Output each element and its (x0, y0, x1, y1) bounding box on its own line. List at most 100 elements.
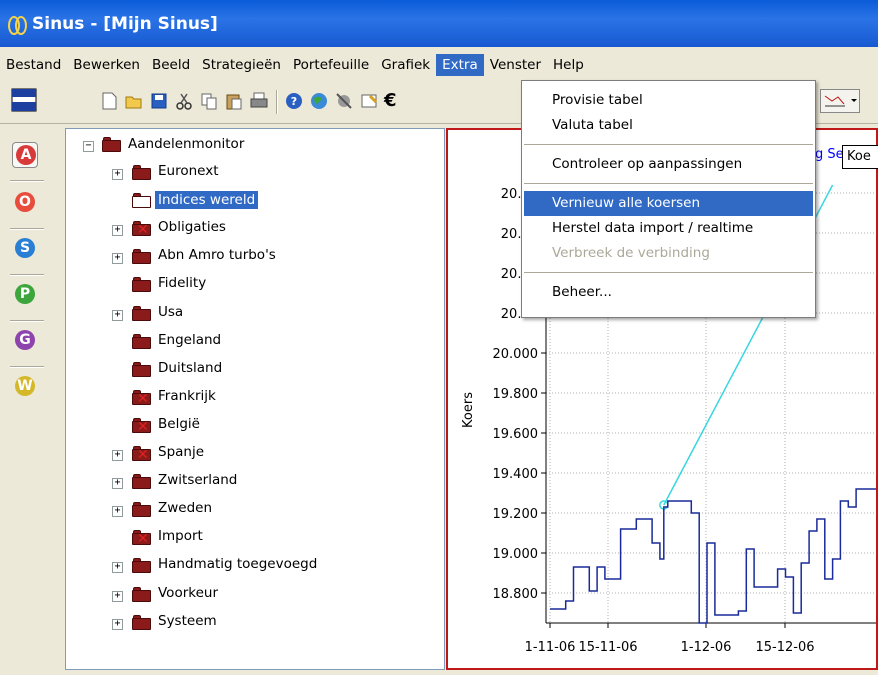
module-a-icon-glyph: A (16, 145, 36, 165)
tree-item[interactable]: Indices wereld (155, 191, 259, 210)
menu-bewerken[interactable]: Bewerken (67, 54, 146, 76)
module-w-icon[interactable]: W (12, 374, 38, 400)
tree-item[interactable]: Abn Amro turbo's (158, 247, 276, 263)
help-icon[interactable]: ? (285, 92, 303, 110)
module-o-icon[interactable]: O (12, 190, 38, 216)
expand-icon[interactable]: + (112, 590, 123, 602)
x-tick-label: 1-11-06 (525, 640, 576, 655)
tree-item[interactable]: Systeem (158, 613, 217, 629)
module-p-icon[interactable]: P (12, 282, 38, 308)
sidebar-separator (10, 366, 44, 368)
price-series-line (550, 488, 876, 624)
window-title: Sinus - [Mijn Sinus] (32, 13, 218, 34)
folder-icon (132, 249, 151, 265)
y-tick-label: 19.400 (493, 467, 539, 482)
folder-icon (132, 165, 151, 180)
tree-item[interactable]: België (158, 416, 200, 432)
menu-item-herstel-data-import-realtime[interactable]: Herstel data import / realtime (524, 216, 813, 241)
tree-item[interactable]: Zweden (158, 500, 212, 516)
chart-series-label: g Se (815, 147, 844, 162)
tree-item[interactable]: Euronext (158, 163, 219, 179)
tree-item[interactable]: Fidelity (158, 275, 206, 291)
menu-help[interactable]: Help (547, 54, 590, 76)
tree-item[interactable]: Frankrijk (158, 388, 216, 404)
menu-bar: Bestand Bewerken Beeld Strategieën Portefeui… (0, 52, 878, 78)
tree-root-label[interactable]: Aandelenmonitor (128, 136, 244, 152)
print-icon[interactable] (250, 92, 268, 110)
satellite-icon[interactable] (335, 92, 353, 110)
menu-item-provisie-tabel[interactable]: Provisie tabel (524, 88, 813, 113)
copy-icon[interactable] (200, 92, 218, 110)
expand-icon[interactable]: + (112, 225, 123, 237)
tree-item[interactable]: Engeland (158, 332, 221, 348)
module-w-icon-glyph: W (15, 376, 35, 396)
menu-grafiek[interactable]: Grafiek (375, 54, 436, 76)
save-icon[interactable] (150, 92, 168, 110)
tree-item[interactable]: Zwitserland (158, 472, 237, 488)
sidebar-separator (10, 274, 44, 276)
folder-disabled-icon: ✕ (132, 389, 151, 406)
folder-icon (132, 474, 151, 490)
folder-open-icon (132, 193, 151, 209)
menu-separator (524, 272, 813, 273)
y-tick-label: 19.600 (493, 427, 539, 442)
expand-icon[interactable]: + (112, 253, 123, 265)
x-tick-label: 1-12-06 (681, 640, 732, 655)
collapse-icon[interactable]: − (83, 141, 94, 152)
y-tick-label: 19.000 (493, 547, 539, 562)
folder-icon (132, 586, 151, 602)
new-file-icon[interactable] (100, 92, 118, 110)
properties-icon[interactable] (360, 92, 378, 110)
menu-separator (524, 183, 813, 184)
menu-beeld[interactable]: Beeld (146, 54, 196, 76)
menu-venster[interactable]: Venster (484, 54, 547, 76)
expand-icon[interactable]: + (112, 309, 123, 321)
folder-icon (132, 502, 151, 518)
expand-icon[interactable]: + (112, 169, 123, 180)
menu-extra[interactable]: Extra (436, 54, 484, 76)
tree-item[interactable]: Obligaties (158, 219, 226, 235)
stock-tree[interactable]: − Aandelenmonitor + Euronext Indices wereld +… (65, 128, 445, 670)
euro-icon[interactable]: € (384, 90, 402, 111)
menu-item-beheer[interactable]: Beheer... (524, 280, 813, 305)
tree-item[interactable]: Duitsland (158, 360, 222, 376)
tree-item[interactable]: Usa (158, 304, 183, 320)
window-titlebar[interactable]: Sinus - [Mijn Sinus] (0, 0, 878, 47)
folder-icon (132, 305, 151, 321)
cut-icon[interactable] (175, 92, 193, 110)
folder-icon (132, 333, 151, 349)
menu-strategie-n[interactable]: Strategieën (196, 54, 287, 76)
expand-icon[interactable]: + (112, 618, 123, 630)
paste-icon[interactable] (225, 92, 243, 110)
expand-icon[interactable]: + (112, 562, 123, 574)
expand-icon[interactable]: + (112, 506, 123, 518)
tree-item[interactable]: Import (158, 528, 203, 544)
chart-type-icon[interactable] (820, 89, 860, 113)
tree-item[interactable]: Spanje (158, 444, 204, 460)
y-tick-label: 20.000 (493, 347, 539, 362)
menu-item-controleer-op-aanpassingen[interactable]: Controleer op aanpassingen (524, 152, 813, 177)
layout-icon[interactable] (11, 88, 37, 112)
menu-bestand[interactable]: Bestand (0, 54, 67, 76)
folder-disabled-icon: ✕ (132, 446, 151, 462)
menu-separator (524, 144, 813, 145)
expand-icon[interactable]: + (112, 478, 123, 490)
open-folder-icon[interactable] (125, 92, 143, 110)
menu-item-verbreek-de-verbinding: Verbreek de verbinding (552, 245, 710, 261)
expand-icon[interactable]: + (112, 450, 123, 461)
tree-item[interactable]: Voorkeur (158, 585, 218, 601)
sidebar-separator (10, 180, 44, 182)
module-s-icon[interactable]: S (12, 236, 38, 262)
extra-menu-dropdown: Provisie tabel Valuta tabel Controleer op … (521, 80, 816, 318)
module-a-icon[interactable]: A (12, 142, 38, 168)
sidebar-separator (10, 228, 44, 230)
chart-tag-box: Koe (842, 145, 878, 169)
module-g-icon-glyph: G (15, 330, 35, 350)
menu-item-vernieuw-alle-koersen[interactable]: Vernieuw alle koersen (524, 191, 813, 216)
module-g-icon[interactable]: G (12, 328, 38, 354)
menu-item-valuta-tabel[interactable]: Valuta tabel (524, 113, 813, 138)
globe-icon[interactable] (310, 92, 328, 110)
tree-item[interactable]: Handmatig toegevoegd (158, 556, 317, 572)
folder-icon (102, 137, 121, 152)
menu-portefeuille[interactable]: Portefeuille (287, 54, 375, 76)
